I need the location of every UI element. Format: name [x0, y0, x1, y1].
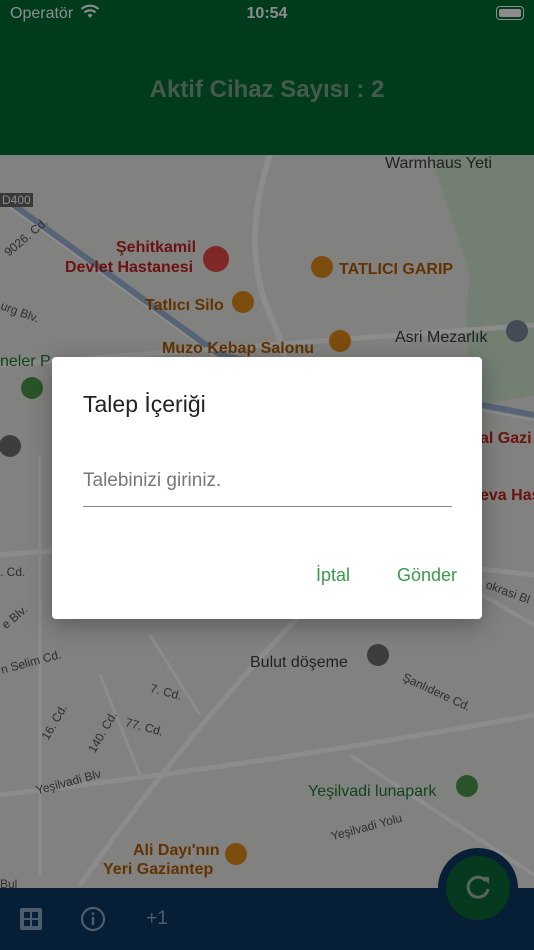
request-input[interactable]: [83, 455, 452, 507]
submit-button[interactable]: Gönder: [397, 565, 457, 586]
dialog-title: Talep İçeriği: [83, 391, 206, 417]
cancel-button[interactable]: İptal: [316, 565, 350, 586]
request-dialog: Talep İçeriği İptal Gönder: [52, 357, 482, 619]
